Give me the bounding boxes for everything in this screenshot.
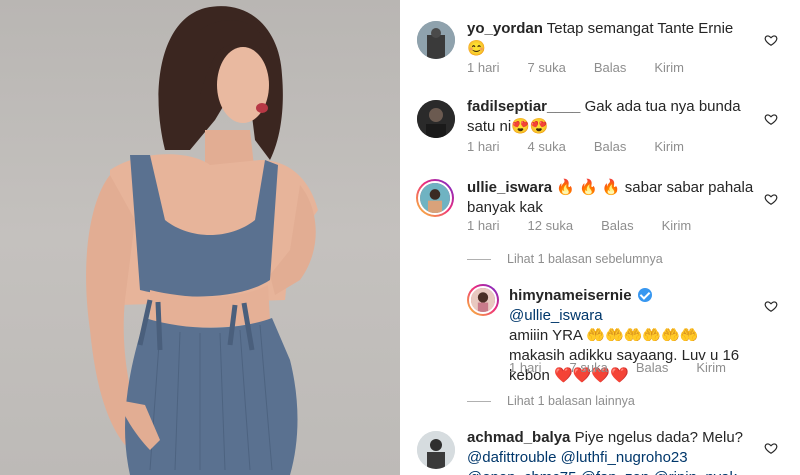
- comment-username[interactable]: ullie_iswara: [467, 179, 552, 196]
- fire-emoji: 🔥 🔥 🔥: [556, 179, 621, 196]
- like-heart-icon[interactable]: [764, 441, 778, 455]
- reply-meta: 1 hari 7 suka Balas Kirim: [509, 360, 754, 375]
- view-other-replies-label: Lihat 1 balasan lainnya: [507, 394, 635, 408]
- comments-panel: yo_yordan Tetap semangat Tante Ernie 😊 1…: [400, 0, 800, 475]
- reply-button[interactable]: Balas: [594, 60, 627, 75]
- comment-text: achmad_balya Piye ngelus dada? Melu? @da…: [467, 428, 767, 475]
- comment-meta: 1 hari 7 suka Balas Kirim: [467, 60, 712, 75]
- divider-line: [467, 258, 491, 260]
- comment-body: Piye ngelus dada? Melu?: [574, 429, 744, 446]
- view-previous-replies-button[interactable]: Lihat 1 balasan sebelumnya: [467, 252, 663, 266]
- reply-mention[interactable]: @ullie_iswara: [509, 307, 603, 324]
- avatar[interactable]: [417, 100, 455, 138]
- reply-button[interactable]: Balas: [594, 139, 627, 154]
- comment-username[interactable]: fadilseptiar____: [467, 98, 580, 115]
- reply-button[interactable]: Balas: [601, 218, 634, 233]
- comment-text: fadilseptiar____ Gak ada tua nya bunda s…: [467, 97, 767, 137]
- send-button[interactable]: Kirim: [696, 360, 726, 375]
- send-button[interactable]: Kirim: [654, 60, 684, 75]
- comment-mentions[interactable]: @dafittrouble @luthfi_nugroho23 @opep_cb…: [467, 449, 737, 475]
- avatar[interactable]: [467, 284, 499, 316]
- woman-photo: [86, 6, 318, 475]
- comment-time: 1 hari: [467, 60, 500, 75]
- likes-count[interactable]: 7 suka: [570, 360, 608, 375]
- likes-count[interactable]: 7 suka: [528, 60, 566, 75]
- reply-button[interactable]: Balas: [636, 360, 669, 375]
- comment-body: Tetap semangat Tante Ernie: [546, 20, 734, 37]
- likes-count[interactable]: 12 suka: [528, 218, 574, 233]
- like-heart-icon[interactable]: [764, 299, 778, 313]
- reply-username[interactable]: himynameisernie: [509, 287, 632, 304]
- comment-time: 1 hari: [467, 218, 500, 233]
- like-heart-icon[interactable]: [764, 192, 778, 206]
- view-previous-replies-label: Lihat 1 balasan sebelumnya: [507, 252, 663, 266]
- likes-count[interactable]: 4 suka: [528, 139, 566, 154]
- avatar[interactable]: [417, 21, 455, 59]
- view-other-replies-button[interactable]: Lihat 1 balasan lainnya: [467, 394, 635, 408]
- comment-username[interactable]: achmad_balya: [467, 429, 570, 446]
- comment-username[interactable]: yo_yordan: [467, 20, 543, 37]
- pray-emoji: 🤲🤲🤲🤲🤲🤲: [586, 327, 699, 344]
- comment-time: 1 hari: [467, 139, 500, 154]
- comment-meta: 1 hari 12 suka Balas Kirim: [467, 218, 719, 233]
- comment-text: ullie_iswara 🔥 🔥 🔥 sabar sabar pahala ba…: [467, 178, 767, 218]
- comment-emoji: 😍😍: [511, 118, 549, 135]
- comment-meta: 1 hari 4 suka Balas Kirim: [467, 139, 712, 154]
- like-heart-icon[interactable]: [764, 33, 778, 47]
- send-button[interactable]: Kirim: [662, 218, 692, 233]
- verified-badge-icon: [637, 288, 652, 302]
- comment-emoji: 😊: [467, 40, 486, 57]
- divider-line: [467, 400, 491, 402]
- reply-time: 1 hari: [509, 360, 542, 375]
- send-button[interactable]: Kirim: [654, 139, 684, 154]
- reply-line1: amiiin YRA: [509, 327, 583, 344]
- avatar[interactable]: [417, 431, 455, 469]
- post-photo: [0, 0, 400, 475]
- comment-text: yo_yordan Tetap semangat Tante Ernie 😊: [467, 19, 767, 59]
- like-heart-icon[interactable]: [764, 112, 778, 126]
- avatar[interactable]: [416, 179, 454, 217]
